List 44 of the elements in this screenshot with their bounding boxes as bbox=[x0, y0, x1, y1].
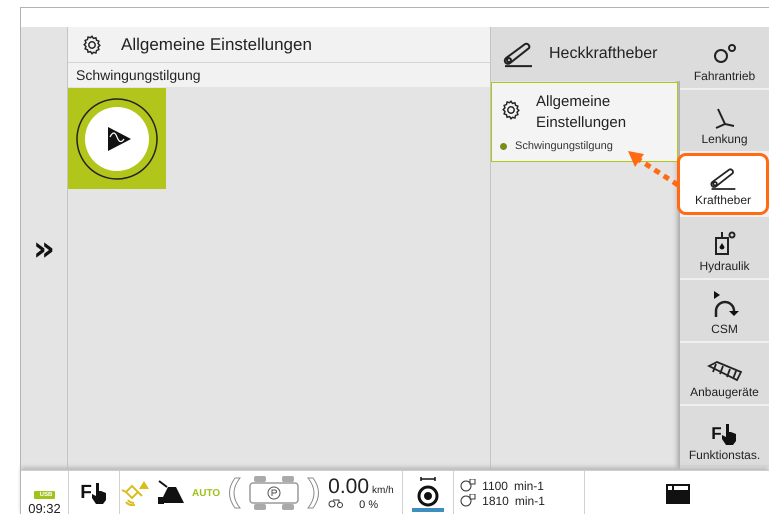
vibration-damping-icon bbox=[75, 96, 159, 180]
nav-item[interactable]: Lenkung bbox=[680, 90, 769, 151]
hitch-icon bbox=[708, 166, 738, 190]
function-key-letter[interactable]: F bbox=[80, 482, 92, 504]
pto-shaft-icon bbox=[460, 494, 476, 508]
settings-icon bbox=[81, 34, 103, 56]
nav-item[interactable]: Anbaugeräte bbox=[680, 343, 769, 404]
implement-icon bbox=[706, 360, 742, 382]
pto-shaft-icon bbox=[460, 478, 476, 492]
expand-button[interactable]: » bbox=[33, 228, 55, 268]
tractor-slip-icon bbox=[328, 498, 344, 508]
hand-pointer-icon bbox=[92, 482, 108, 504]
hand-pointer-icon bbox=[722, 423, 738, 445]
nav-item[interactable]: CSM bbox=[680, 280, 769, 341]
panel-title: Heckkraftheber bbox=[549, 45, 658, 63]
settings-card[interactable]: Allgemeine Einstellungen Schwingungstilgung bbox=[491, 82, 678, 162]
nav-item[interactable]: F Funktionstas. bbox=[680, 406, 769, 467]
rpm-unit: min-1 bbox=[514, 494, 545, 508]
panel-title: Allgemeine Einstellungen bbox=[121, 34, 312, 54]
section-label: Schwingungstilgung bbox=[68, 63, 490, 87]
clock-time: 09:32 bbox=[28, 502, 61, 514]
settings-icon bbox=[500, 99, 522, 121]
rpm-value: 1810 bbox=[482, 494, 509, 508]
speed-unit: km/h bbox=[372, 484, 394, 496]
tire-pressure-icon bbox=[411, 474, 446, 512]
tractor-parking-icon bbox=[248, 475, 300, 511]
card-item: Schwingungstilgung bbox=[515, 140, 613, 152]
speed-value: 0.00 bbox=[328, 476, 370, 498]
road-guidance-icon bbox=[156, 479, 186, 507]
slip-value: 0 % bbox=[359, 498, 378, 510]
card-title: Allgemeine Einstellungen bbox=[536, 92, 628, 133]
auto-indicator: AUTO bbox=[192, 488, 220, 498]
nav-item[interactable]: Hydraulik bbox=[680, 217, 769, 278]
satellite-warning-icon bbox=[120, 480, 150, 506]
steering-icon bbox=[714, 107, 736, 129]
rpm-unit: min-1 bbox=[514, 478, 544, 492]
function-key-letter: F bbox=[711, 424, 722, 444]
steer-left-icon bbox=[226, 476, 242, 510]
rpm-value: 1100 bbox=[482, 478, 508, 492]
hitch-icon bbox=[501, 40, 535, 68]
hydraulic-icon bbox=[712, 230, 736, 256]
nav-item[interactable]: Fahrantrieb bbox=[680, 27, 769, 88]
vibration-damping-tile[interactable] bbox=[68, 88, 166, 189]
nav-item[interactable]: Kraftheber bbox=[677, 153, 769, 215]
